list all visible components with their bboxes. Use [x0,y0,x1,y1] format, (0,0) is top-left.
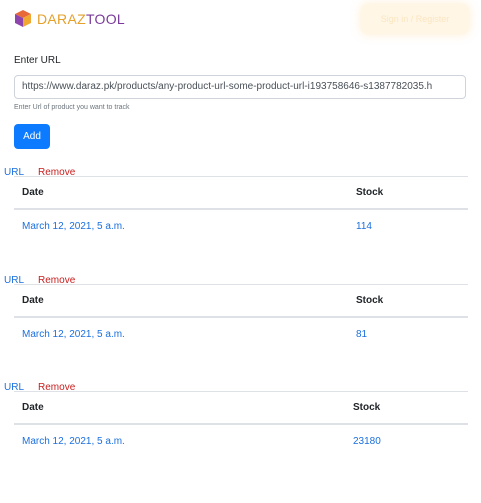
box-logo-icon [14,9,32,29]
date-column-header: Date [22,187,44,198]
stock-column-header: Stock [356,187,384,198]
stock-cell: 81 [356,328,368,340]
table-header-row: Date Stock [14,284,468,318]
date-column-header: Date [22,295,44,306]
table-row: March 12, 2021, 5 a.m. 114 [14,210,468,242]
table-header-row: Date Stock [14,176,468,210]
stock-column-header: Stock [353,402,381,413]
date-cell: March 12, 2021, 5 a.m. [22,435,125,447]
stock-table: Date Stock March 12, 2021, 5 a.m. 81 [14,284,468,350]
stock-cell: 23180 [353,435,381,447]
table-header-row: Date Stock [14,391,468,425]
stock-table: Date Stock March 12, 2021, 5 a.m. 23180 [14,391,468,457]
date-column-header: Date [22,402,44,413]
url-help-text: Enter Url of product you want to track [14,104,130,111]
stock-column-header: Stock [356,295,384,306]
table-row: March 12, 2021, 5 a.m. 81 [14,318,468,350]
table-row: March 12, 2021, 5 a.m. 23180 [14,425,468,457]
add-button[interactable]: Add [14,124,50,149]
logo-text: DARAZTOOL [37,11,125,27]
stock-cell: 114 [356,220,372,232]
url-input[interactable]: https://www.daraz.pk/products/any-produc… [14,75,466,99]
sign-in-button[interactable]: Sign in / Register [361,4,469,34]
logo-text-part2: TOOL [85,11,126,27]
top-header: DARAZTOOL Sign in / Register [0,0,481,40]
url-label: Enter URL [14,55,61,66]
logo-text-part1: DARAZ [37,11,86,27]
date-cell: March 12, 2021, 5 a.m. [22,220,125,232]
brand-logo[interactable]: DARAZTOOL [14,9,125,29]
stock-table: Date Stock March 12, 2021, 5 a.m. 114 [14,176,468,242]
date-cell: March 12, 2021, 5 a.m. [22,328,125,340]
